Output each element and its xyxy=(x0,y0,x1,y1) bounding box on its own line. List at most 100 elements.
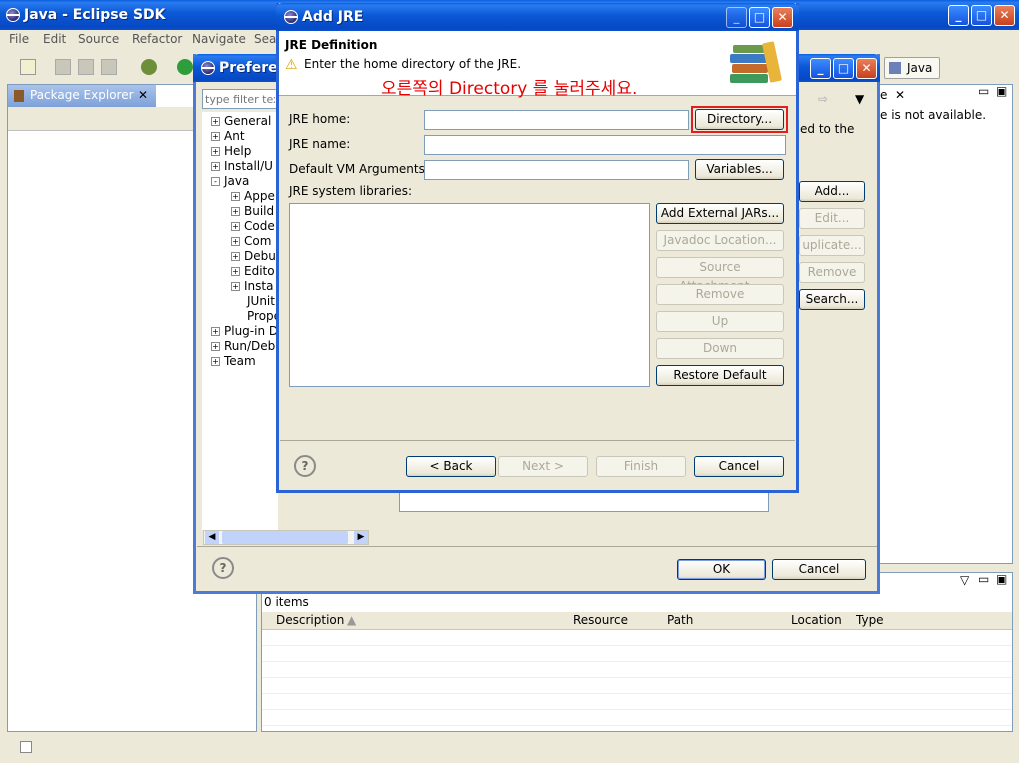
add-jre-maximize-button[interactable]: □ xyxy=(749,7,770,28)
column-location[interactable]: Location xyxy=(791,613,842,627)
duplicate-jre-button[interactable]: uplicate... xyxy=(799,235,865,256)
scroll-left-icon[interactable]: ◀ xyxy=(205,531,219,544)
scroll-thumb[interactable] xyxy=(222,531,348,544)
fast-view-icon[interactable] xyxy=(20,741,32,753)
column-description[interactable]: Description xyxy=(276,613,344,627)
menu-navigate[interactable]: Navigate xyxy=(192,32,246,46)
close-button[interactable]: ✕ xyxy=(994,5,1015,26)
print-icon[interactable] xyxy=(101,59,117,75)
jre-home-input[interactable] xyxy=(424,110,689,130)
preferences-cancel-button[interactable]: Cancel xyxy=(772,559,866,580)
preferences-maximize-button[interactable]: □ xyxy=(833,58,854,79)
tree-scrollbar[interactable]: ◀ ▶ xyxy=(203,530,369,545)
new-icon[interactable] xyxy=(20,59,36,75)
jre-name-input[interactable] xyxy=(424,135,786,155)
expand-icon[interactable]: + xyxy=(231,282,240,291)
expand-icon[interactable]: + xyxy=(231,207,240,216)
tree-item-appearance[interactable]: + Appe xyxy=(231,189,275,203)
problems-min-icon[interactable]: ▭ xyxy=(978,572,989,586)
remove-jre-button[interactable]: Remove xyxy=(799,262,865,283)
debug-icon[interactable] xyxy=(141,59,157,75)
remove-library-button[interactable]: Remove xyxy=(656,284,784,305)
add-jre-help-icon[interactable]: ? xyxy=(294,455,316,477)
tree-item-installed-jres[interactable]: + Insta xyxy=(231,279,273,293)
filter-input[interactable] xyxy=(202,89,278,109)
tree-item-general[interactable]: + General xyxy=(211,114,271,128)
tree-item-code[interactable]: + Code xyxy=(231,219,275,233)
directory-button[interactable]: Directory... xyxy=(695,109,784,130)
save-icon[interactable] xyxy=(55,59,71,75)
problems-minimize-icon[interactable]: ▽ xyxy=(960,573,969,587)
add-jre-cancel-button[interactable]: Cancel xyxy=(694,456,784,477)
add-jre-button[interactable]: Add... xyxy=(799,181,865,202)
expand-icon[interactable]: + xyxy=(211,147,220,156)
right-view-close-icon[interactable]: ✕ xyxy=(895,88,905,102)
view-menu-icon[interactable]: ▼ xyxy=(855,92,864,106)
preferences-help-icon[interactable]: ? xyxy=(212,557,234,579)
tree-item-editor[interactable]: + Edito xyxy=(231,264,275,278)
tree-item-java[interactable]: - Java xyxy=(211,174,249,188)
expand-icon[interactable]: + xyxy=(231,237,240,246)
right-view-minimize-icon[interactable]: ▭ xyxy=(978,84,989,98)
expand-icon[interactable]: + xyxy=(211,117,220,126)
down-button[interactable]: Down xyxy=(656,338,784,359)
menu-source[interactable]: Source xyxy=(78,32,119,46)
expand-icon[interactable]: + xyxy=(231,252,240,261)
add-jre-minimize-button[interactable]: _ xyxy=(726,7,747,28)
tree-item-compiler[interactable]: + Com xyxy=(231,234,271,248)
menu-refactor[interactable]: Refactor xyxy=(132,32,182,46)
expand-icon[interactable]: + xyxy=(231,192,240,201)
tree-item-ant[interactable]: + Ant xyxy=(211,129,245,143)
add-jre-close-button[interactable]: ✕ xyxy=(772,7,793,28)
preferences-close-button[interactable]: ✕ xyxy=(856,58,877,79)
menu-edit[interactable]: Edit xyxy=(43,32,66,46)
save-all-icon[interactable] xyxy=(78,59,94,75)
next-button[interactable]: Next > xyxy=(498,456,588,477)
up-button[interactable]: Up xyxy=(656,311,784,332)
tree-item-team[interactable]: + Team xyxy=(211,354,256,368)
tree-item-debug[interactable]: + Debu xyxy=(231,249,276,263)
preferences-minimize-button[interactable]: _ xyxy=(810,58,831,79)
minimize-button[interactable]: _ xyxy=(948,5,969,26)
tree-item-run-debug[interactable]: + Run/Deb xyxy=(211,339,275,353)
close-tab-icon[interactable]: ✕ xyxy=(138,88,148,102)
vm-args-input[interactable] xyxy=(424,160,689,180)
right-view-tab-label[interactable]: e xyxy=(880,88,887,102)
scroll-right-icon[interactable]: ▶ xyxy=(354,531,368,544)
column-resource[interactable]: Resource xyxy=(573,613,628,627)
problems-max-icon[interactable]: ▣ xyxy=(996,572,1007,586)
expand-icon[interactable]: + xyxy=(231,222,240,231)
expand-icon[interactable]: + xyxy=(211,342,220,351)
collapse-icon[interactable]: - xyxy=(211,177,220,186)
right-view-maximize-icon[interactable]: ▣ xyxy=(996,84,1007,98)
perspective-switcher[interactable]: Java xyxy=(884,57,940,79)
menu-search[interactable]: Sea xyxy=(254,32,276,46)
tree-item-help[interactable]: + Help xyxy=(211,144,251,158)
add-external-jars-button[interactable]: Add External JARs... xyxy=(656,203,784,224)
tree-item-build[interactable]: + Build xyxy=(231,204,274,218)
maximize-button[interactable]: □ xyxy=(971,5,992,26)
column-path[interactable]: Path xyxy=(667,613,693,627)
run-icon[interactable] xyxy=(177,59,193,75)
expand-icon[interactable]: + xyxy=(211,162,220,171)
search-jre-button[interactable]: Search... xyxy=(799,289,865,310)
restore-default-button[interactable]: Restore Default xyxy=(656,365,784,386)
expand-icon[interactable]: + xyxy=(211,357,220,366)
tree-item-plugin[interactable]: + Plug-in D xyxy=(211,324,278,338)
back-button[interactable]: < Back xyxy=(406,456,496,477)
libraries-list[interactable] xyxy=(289,203,650,387)
tree-item-install[interactable]: + Install/U xyxy=(211,159,273,173)
expand-icon[interactable]: + xyxy=(231,267,240,276)
package-explorer-tab[interactable]: Package Explorer ✕ xyxy=(8,85,156,107)
edit-jre-button[interactable]: Edit... xyxy=(799,208,865,229)
javadoc-location-button[interactable]: Javadoc Location... xyxy=(656,230,784,251)
variables-button[interactable]: Variables... xyxy=(695,159,784,180)
expand-icon[interactable]: + xyxy=(211,327,220,336)
menu-file[interactable]: File xyxy=(9,32,29,46)
preferences-ok-button[interactable]: OK xyxy=(677,559,766,580)
column-type[interactable]: Type xyxy=(856,613,884,627)
expand-icon[interactable]: + xyxy=(211,132,220,141)
nav-forward-icon[interactable]: ⇨ xyxy=(818,92,828,106)
finish-button[interactable]: Finish xyxy=(596,456,686,477)
tree-item-junit[interactable]: JUnit xyxy=(247,294,275,308)
